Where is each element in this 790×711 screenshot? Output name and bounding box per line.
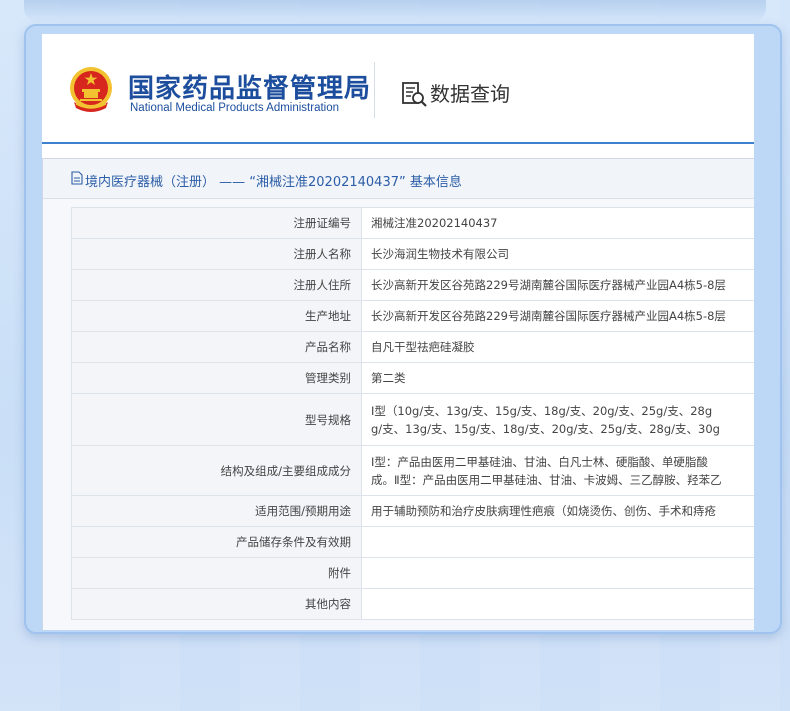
row-value: 长沙高新开发区谷苑路229号湖南麓谷国际医疗器械产业园A4栋5-8层 [362,270,754,300]
row-value: 自凡干型祛疤硅凝胶 [362,332,754,362]
document-icon [71,171,83,185]
row-value: Ⅰ型（10g/支、13g/支、15g/支、18g/支、20g/支、25g/支、2… [362,394,754,445]
row-label: 生产地址 [72,301,362,331]
table-row: 管理类别 第二类 [72,363,754,394]
top-frame-edge [24,0,766,22]
row-value: 湘械注准20202140437 [362,208,754,238]
data-query-link[interactable]: 数据查询 [430,78,510,107]
info-table: 注册证编号 湘械注准20202140437 注册人名称 长沙海润生物技术有限公司 注册人… [71,207,754,620]
table-row: 生产地址 长沙高新开发区谷苑路229号湖南麓谷国际医疗器械产业园A4栋5-8层 [72,301,754,332]
row-label: 其他内容 [72,589,362,619]
info-panel: 境内医疗器械（注册） —— “湘械注准20202140437” 基本信息 注册证… [42,158,754,630]
row-value [362,527,754,557]
row-value: 长沙海润生物技术有限公司 [362,239,754,269]
row-value-line: 湘械注准20202140437 [371,216,498,230]
table-row: 适用范围/预期用途 用于辅助预防和治疗皮肤病理性疤痕（如烧烫伤、创伤、手术和痔疮 [72,496,754,527]
row-label: 管理类别 [72,363,362,393]
row-label: 结构及组成/主要组成成分 [72,446,362,495]
row-label: 注册人住所 [72,270,362,300]
row-value [362,589,754,619]
device-frame: 国家药品监督管理局 National Medical Products Admi… [24,24,782,634]
header-divider [374,62,375,118]
row-value-line: 用于辅助预防和治疗皮肤病理性疤痕（如烧烫伤、创伤、手术和痔疮 [371,504,716,518]
panel-header: 境内医疗器械（注册） —— “湘械注准20202140437” 基本信息 [43,159,754,199]
national-emblem-icon[interactable] [66,64,116,114]
row-label: 注册证编号 [72,208,362,238]
row-label: 产品储存条件及有效期 [72,527,362,557]
row-value [362,558,754,588]
row-value-line: Ⅰ型（10g/支、13g/支、15g/支、18g/支、20g/支、25g/支、2… [371,403,713,418]
table-row: 其他内容 [72,589,754,620]
table-row: 注册人住所 长沙高新开发区谷苑路229号湖南麓谷国际医疗器械产业园A4栋5-8层 [72,270,754,301]
row-value-line: Ⅰ型：产品由医用二甲基硅油、甘油、白凡士林、硬脂酸、单硬脂酸 [371,454,708,469]
row-value-line: g/支、13g/支、15g/支、18g/支、20g/支、25g/支、28g/支、… [371,421,720,436]
table-row: 注册人名称 长沙海润生物技术有限公司 [72,239,754,270]
row-label: 适用范围/预期用途 [72,496,362,526]
row-label: 附件 [72,558,362,588]
header-rule [42,142,754,144]
row-value-line: 成。Ⅱ型：产品由医用二甲基硅油、甘油、卡波姆、三乙醇胺、羟苯乙 [371,472,722,487]
row-value-line: 长沙海润生物技术有限公司 [371,247,509,261]
row-value: 用于辅助预防和治疗皮肤病理性疤痕（如烧烫伤、创伤、手术和痔疮 [362,496,754,526]
table-row: 产品名称 自凡干型祛疤硅凝胶 [72,332,754,363]
row-value-line: 自凡干型祛疤硅凝胶 [371,340,475,354]
row-value: 长沙高新开发区谷苑路229号湖南麓谷国际医疗器械产业园A4栋5-8层 [362,301,754,331]
data-query-icon[interactable] [400,80,428,108]
table-row: 注册证编号 湘械注准20202140437 [72,208,754,239]
site-subtitle: National Medical Products Administration [130,102,340,114]
table-row: 结构及组成/主要组成成分 Ⅰ型：产品由医用二甲基硅油、甘油、白凡士林、硬脂酸、单硬… [72,446,754,496]
site-title: 国家药品监督管理局 [128,74,372,104]
row-label: 注册人名称 [72,239,362,269]
panel-title: 境内医疗器械（注册） —— “湘械注准20202140437” 基本信息 [85,175,462,190]
row-label: 型号规格 [72,394,362,445]
row-value-line: 第二类 [371,371,406,385]
row-value: 第二类 [362,363,754,393]
table-row: 附件 [72,558,754,589]
screen: 国家药品监督管理局 National Medical Products Admi… [42,34,754,630]
table-row: 型号规格 Ⅰ型（10g/支、13g/支、15g/支、18g/支、20g/支、25g… [72,394,754,446]
row-value-line: 长沙高新开发区谷苑路229号湖南麓谷国际医疗器械产业园A4栋5-8层 [371,309,726,323]
site-header: 国家药品监督管理局 National Medical Products Admi… [42,34,754,142]
table-row: 产品储存条件及有效期 [72,527,754,558]
row-label: 产品名称 [72,332,362,362]
row-value-line: 长沙高新开发区谷苑路229号湖南麓谷国际医疗器械产业园A4栋5-8层 [371,278,726,292]
row-value: Ⅰ型：产品由医用二甲基硅油、甘油、白凡士林、硬脂酸、单硬脂酸 成。Ⅱ型：产品由医用… [362,446,754,495]
